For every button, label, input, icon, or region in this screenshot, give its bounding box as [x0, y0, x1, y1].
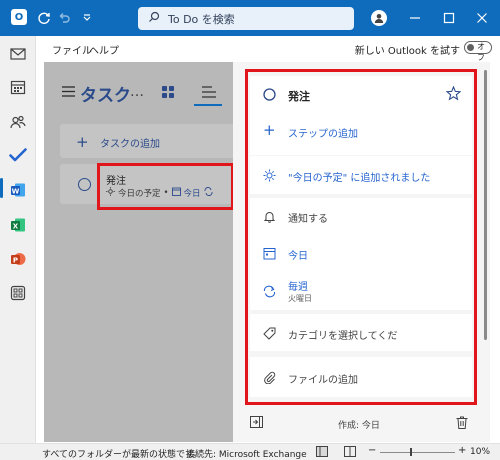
powerpoint-icon[interactable]: P	[9, 250, 27, 268]
search-input[interactable]: To Do を検索	[138, 7, 354, 30]
task-complete-checkbox[interactable]	[78, 178, 91, 191]
list-options-button[interactable]: …	[130, 84, 144, 100]
list-view-icon[interactable]	[202, 86, 216, 101]
zoom-slider-thumb[interactable]	[410, 448, 412, 456]
new-outlook-label: 新しい Outlook を試す	[354, 46, 460, 57]
people-icon[interactable]	[9, 113, 27, 131]
toggle-knob	[467, 44, 474, 51]
menu-help[interactable]: ヘルプ	[89, 42, 119, 57]
quick-access-dropdown-icon[interactable]	[78, 9, 96, 27]
calendar-icon[interactable]	[9, 78, 27, 96]
toggle-label: オフ	[477, 42, 485, 62]
plus-icon: +	[76, 133, 89, 151]
outlook-logo-icon: O	[11, 9, 27, 25]
title-bar: O To Do を検索	[0, 0, 500, 36]
close-icon[interactable]	[473, 9, 491, 27]
svg-text:W: W	[12, 187, 20, 195]
menu-bar: ファイル ヘルプ 新しい Outlook を試す オフ	[36, 36, 500, 62]
list-view-active-indicator	[194, 104, 222, 106]
mail-icon[interactable]	[9, 45, 27, 63]
excel-icon[interactable]: X	[9, 216, 27, 234]
svg-text:P: P	[13, 256, 18, 264]
zoom-level: 10%	[470, 447, 491, 457]
status-bar: すべてのフォルダーが最新の状態です。 接続先: Microsoft Exchan…	[0, 443, 500, 460]
search-icon	[148, 11, 160, 26]
todo-icon[interactable]	[9, 146, 27, 164]
add-task-button[interactable]: + タスクの追加	[60, 124, 250, 158]
detail-footer: 作成: 今日	[233, 408, 490, 440]
minimize-icon[interactable]	[406, 9, 424, 27]
zoom-in-button[interactable]: +	[458, 445, 466, 456]
hamburger-icon[interactable]	[62, 86, 75, 100]
svg-text:X: X	[13, 222, 19, 230]
created-date: 作成: 今日	[338, 421, 380, 431]
folder-status: すべてのフォルダーが最新の状態です。	[42, 450, 203, 460]
sync-icon[interactable]	[35, 9, 53, 27]
normal-view-icon[interactable]	[316, 446, 328, 460]
trash-icon[interactable]	[456, 416, 468, 432]
search-placeholder: To Do を検索	[168, 12, 235, 26]
zoom-out-button[interactable]: −	[368, 445, 376, 456]
app-nav-rail: W X P	[0, 36, 36, 443]
maximize-icon[interactable]	[440, 9, 458, 27]
new-outlook-toggle[interactable]: オフ	[464, 41, 492, 62]
connection-status: 接続先: Microsoft Exchange	[186, 450, 307, 460]
add-task-label: タスクの追加	[100, 139, 160, 150]
task-highlight-box	[97, 163, 234, 210]
reading-view-icon[interactable]	[344, 446, 356, 460]
grid-view-icon[interactable]	[162, 86, 174, 101]
list-title: タスク	[80, 86, 131, 106]
more-apps-icon[interactable]	[9, 284, 27, 302]
word-icon[interactable]: W	[9, 181, 27, 199]
hide-detail-icon[interactable]	[250, 416, 263, 431]
undo-icon[interactable]	[55, 9, 73, 27]
menu-file[interactable]: ファイル	[52, 42, 92, 57]
detail-scrollbar[interactable]	[484, 70, 487, 340]
rail-active-indicator	[0, 178, 3, 198]
account-avatar-icon[interactable]	[371, 10, 387, 26]
zoom-slider[interactable]	[380, 452, 455, 453]
detail-highlight-box	[245, 69, 477, 405]
